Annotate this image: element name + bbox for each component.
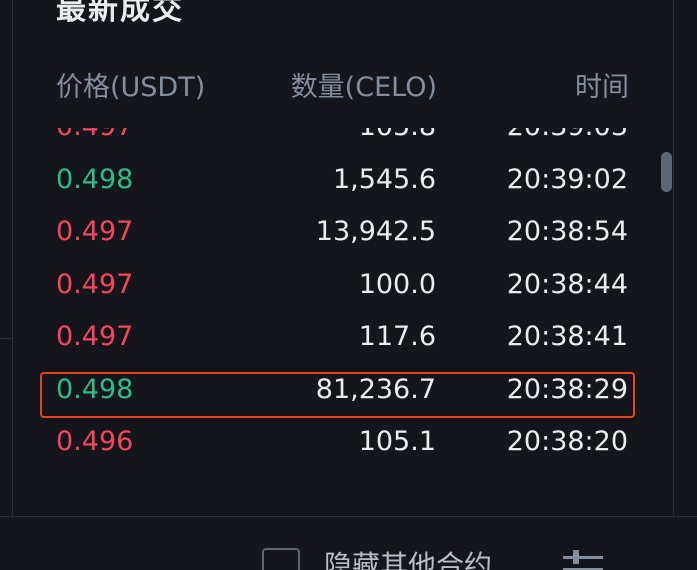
right-panel-divider bbox=[673, 0, 674, 516]
panel-title: 最新成交 bbox=[56, 0, 184, 27]
trade-row-highlighted: 0.498 81,236.7 20:38:29 bbox=[0, 364, 660, 417]
trade-price: 0.498 bbox=[56, 163, 134, 195]
hide-other-contracts-checkbox[interactable] bbox=[262, 548, 300, 570]
sliders-icon[interactable] bbox=[563, 550, 603, 570]
trade-row: 0.496 105.1 20:38:20 bbox=[0, 416, 660, 469]
trade-time: 20:39:03 bbox=[507, 128, 628, 145]
recent-trades-panel: 最新成交 价格(USDT) 数量(CELO) 时间 0.497 105.8 20… bbox=[0, 0, 697, 570]
trade-quantity: 105.1 bbox=[358, 426, 436, 457]
trade-row: 0.498 1,545.6 20:39:02 bbox=[0, 154, 660, 207]
column-header-price: 价格(USDT) bbox=[56, 72, 206, 103]
trade-row: 0.497 105.8 20:39:03 bbox=[0, 128, 660, 154]
trade-time: 20:38:44 bbox=[506, 268, 628, 300]
trade-time: 20:38:54 bbox=[506, 216, 628, 247]
trade-quantity: 1,545.6 bbox=[332, 163, 436, 195]
trade-price: 0.498 bbox=[56, 373, 134, 405]
footer-divider bbox=[0, 516, 697, 517]
trade-quantity: 100.0 bbox=[358, 268, 436, 300]
trade-quantity: 117.6 bbox=[358, 321, 436, 352]
trades-list[interactable]: 0.497 105.8 20:39:03 0.498 1,545.6 20:39… bbox=[0, 128, 660, 478]
hide-other-contracts-label: 隐藏其他合约 bbox=[324, 549, 493, 570]
trade-price: 0.497 bbox=[56, 128, 133, 145]
trade-row: 0.497 117.6 20:38:41 bbox=[0, 311, 660, 364]
trade-time: 20:38:41 bbox=[506, 321, 628, 352]
trade-price: 0.496 bbox=[56, 426, 134, 457]
trade-time: 20:39:02 bbox=[506, 163, 628, 195]
column-header-time: 时间 bbox=[575, 72, 629, 103]
trade-row: 0.497 13,942.5 20:38:54 bbox=[0, 206, 660, 259]
trade-price: 0.497 bbox=[56, 216, 134, 247]
trade-time: 20:38:29 bbox=[506, 373, 628, 405]
trade-row: 0.497 100.0 20:38:44 bbox=[0, 259, 660, 312]
column-header-quantity: 数量(CELO) bbox=[290, 72, 437, 103]
trade-time: 20:38:20 bbox=[506, 426, 628, 457]
trade-price: 0.497 bbox=[56, 268, 134, 300]
trades-scrollbar-thumb[interactable] bbox=[661, 152, 672, 192]
trade-quantity: 105.8 bbox=[359, 128, 436, 145]
trade-quantity: 13,942.5 bbox=[315, 216, 436, 247]
trade-price: 0.497 bbox=[56, 321, 134, 352]
trade-quantity: 81,236.7 bbox=[315, 373, 436, 405]
hide-other-contracts-toggle[interactable]: 隐藏其他合约 bbox=[262, 548, 492, 570]
